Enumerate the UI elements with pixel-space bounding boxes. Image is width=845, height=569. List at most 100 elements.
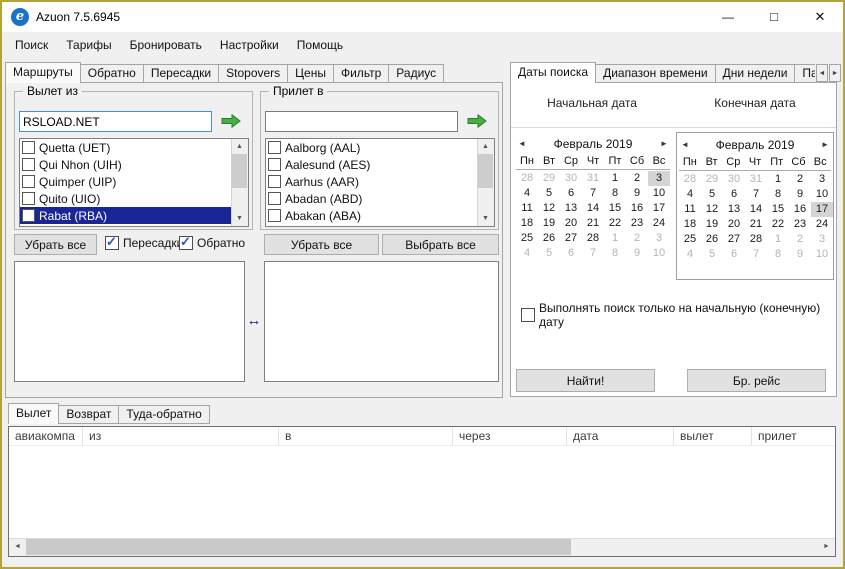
calendar-day[interactable]: 11 [516,201,538,216]
calendar-day[interactable]: 3 [648,171,670,186]
calendar-day[interactable]: 22 [604,216,626,231]
calendar-day[interactable]: 4 [516,186,538,201]
calendar-day[interactable]: 23 [626,216,648,231]
calendar-day[interactable]: 7 [582,186,604,201]
calendar-next-month-icon[interactable]: ► [658,136,670,152]
calendar-day[interactable]: 28 [745,232,767,247]
calendar-day[interactable]: 10 [648,246,670,261]
calendar-day[interactable]: 27 [723,232,745,247]
calendar-day[interactable]: 30 [723,172,745,187]
scroll-thumb[interactable] [26,539,571,555]
calendar-day[interactable]: 16 [789,202,811,217]
menu-item-help[interactable]: Помощь [288,34,352,56]
calendar-day[interactable]: 28 [516,171,538,186]
calendar-day[interactable]: 26 [538,231,560,246]
calendar-day[interactable]: 28 [679,172,701,187]
calendar-day[interactable]: 1 [767,232,789,247]
calendar-day[interactable]: 19 [538,216,560,231]
return-checkbox[interactable]: Обратно [179,234,245,250]
tab-stopovers[interactable]: Stopovers [218,64,289,83]
tab-departure-flights[interactable]: Вылет [8,403,60,424]
column-header-arrival[interactable]: прилет [752,427,835,445]
calendar-day[interactable]: 29 [701,172,723,187]
calendar-day[interactable]: 16 [626,201,648,216]
calendar-day[interactable]: 18 [516,216,538,231]
departure-input[interactable] [19,111,212,132]
airport-checkbox[interactable] [22,192,35,205]
scroll-right-icon[interactable]: ► [818,539,835,555]
calendar-day[interactable]: 8 [604,246,626,261]
tab-prices[interactable]: Цены [287,64,334,83]
calendar-day[interactable]: 20 [560,216,582,231]
airport-list-item[interactable]: Aalborg (AAL) [266,139,478,156]
calendar-day[interactable]: 19 [701,217,723,232]
calendar-day[interactable]: 1 [767,172,789,187]
tab-routes[interactable]: Маршруты [5,62,81,83]
calendar-day[interactable]: 18 [679,217,701,232]
calendar-day[interactable]: 9 [626,186,648,201]
menu-item-settings[interactable]: Настройки [211,34,288,56]
airport-checkbox[interactable] [22,209,35,222]
calendar-day[interactable]: 22 [767,217,789,232]
calendar-day[interactable]: 21 [745,217,767,232]
airport-checkbox[interactable] [268,192,281,205]
calendar-day[interactable]: 6 [560,246,582,261]
column-header-date[interactable]: дата [567,427,674,445]
calendar-day[interactable]: 17 [811,202,833,217]
column-header-to[interactable]: в [279,427,453,445]
calendar-day[interactable]: 15 [767,202,789,217]
calendar-day[interactable]: 20 [723,217,745,232]
tab-scroll-left-icon[interactable]: ◄ [816,64,828,82]
scroll-left-icon[interactable]: ◄ [9,539,26,555]
calendar-day[interactable]: 27 [560,231,582,246]
airport-checkbox[interactable] [268,141,281,154]
calendar-day[interactable]: 2 [789,172,811,187]
airport-checkbox[interactable] [268,158,281,171]
calendar-day[interactable]: 7 [582,246,604,261]
departure-list-scrollbar[interactable]: ▲ ▼ [231,139,248,226]
tab-transfers[interactable]: Пересадки [142,64,220,83]
tab-return[interactable]: Обратно [79,64,144,83]
calendar-day[interactable]: 7 [745,247,767,262]
calendar-day[interactable]: 5 [701,187,723,202]
arrival-selected-list[interactable] [264,261,499,382]
calendar-day[interactable]: 1 [604,231,626,246]
arrival-select-all-button[interactable]: Выбрать все [382,234,499,255]
calendar-day[interactable]: 15 [604,201,626,216]
calendar-day[interactable]: 9 [789,187,811,202]
transfers-checkbox[interactable]: Пересадки [105,234,183,250]
close-button[interactable]: ✕ [797,2,843,32]
book-flight-button[interactable]: Бр. рейс [687,369,826,392]
calendar-day[interactable]: 3 [811,172,833,187]
calendar-prev-month-icon[interactable]: ◄ [516,136,528,152]
calendar-day[interactable]: 6 [723,187,745,202]
airport-checkbox[interactable] [268,175,281,188]
calendar-day[interactable]: 8 [767,187,789,202]
calendar-day[interactable]: 14 [582,201,604,216]
calendar-day[interactable]: 5 [538,186,560,201]
calendar-day[interactable]: 30 [560,171,582,186]
calendar-day[interactable]: 6 [723,247,745,262]
menu-item-search[interactable]: Поиск [6,34,57,56]
calendar-day[interactable]: 11 [679,202,701,217]
tab-weekdays[interactable]: Дни недели [714,64,796,83]
tab-roundtrip-flights[interactable]: Туда-обратно [118,405,210,424]
calendar-day[interactable]: 13 [560,201,582,216]
tab-filter[interactable]: Фильтр [332,64,390,83]
column-header-airline[interactable]: авиакомпа [9,427,83,445]
tab-search-dates[interactable]: Даты поиска [510,62,597,83]
tab-passengers[interactable]: Пасс [794,64,815,83]
calendar-day[interactable]: 28 [582,231,604,246]
calendar-day[interactable]: 10 [648,186,670,201]
calendar-day[interactable]: 25 [679,232,701,247]
scroll-thumb[interactable] [478,154,493,188]
arrival-clear-all-button[interactable]: Убрать все [264,234,379,255]
calendar-day[interactable]: 13 [723,202,745,217]
departure-selected-list[interactable] [14,261,245,382]
scroll-thumb[interactable] [232,154,247,188]
calendar-day[interactable]: 8 [604,186,626,201]
calendar-day[interactable]: 10 [811,247,833,262]
calendar-day[interactable]: 4 [679,187,701,202]
column-header-via[interactable]: через [453,427,567,445]
calendar-day[interactable]: 3 [811,232,833,247]
